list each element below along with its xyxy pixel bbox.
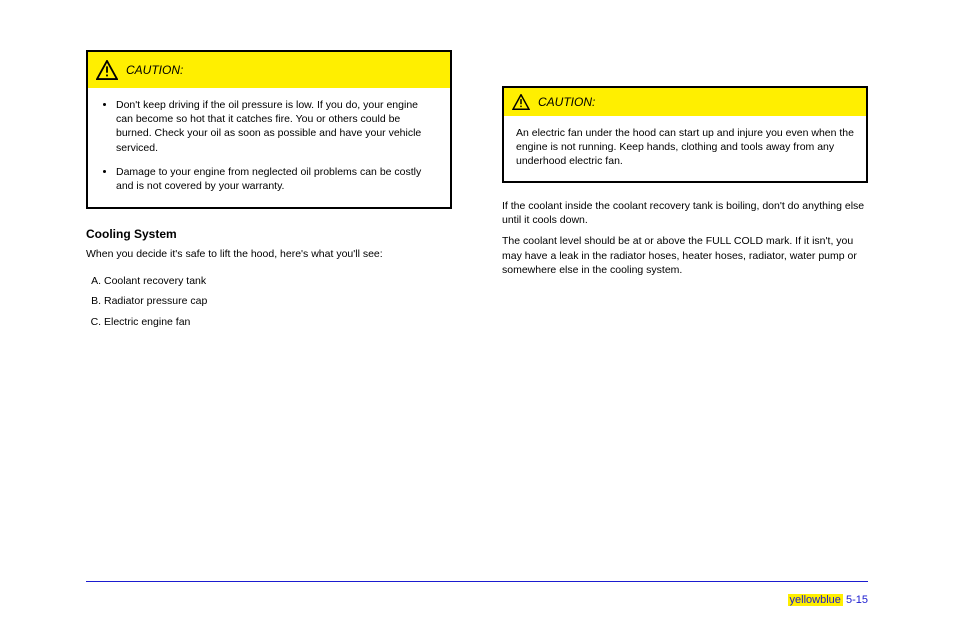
right-column: CAUTION: An electric fan under the hood … [502, 50, 868, 336]
caution-label: CAUTION: [126, 63, 183, 77]
caution-label: CAUTION: [538, 95, 595, 109]
figure-legend-list: Coolant recovery tank Radiator pressure … [86, 274, 452, 330]
caution-bullet: Damage to your engine from neglected oil… [116, 165, 436, 193]
footer-rule [86, 581, 868, 582]
caution-body: Don't keep driving if the oil pressure i… [88, 88, 450, 207]
caution-header: CAUTION: [504, 88, 866, 116]
caution-box-fan: CAUTION: An electric fan under the hood … [502, 86, 868, 183]
warning-icon [512, 94, 530, 110]
section-title-cooling: Cooling System [86, 227, 452, 241]
section-intro: When you decide it's safe to lift the ho… [86, 247, 452, 262]
paragraph: If the coolant inside the coolant recove… [502, 199, 868, 228]
caution-header: CAUTION: [88, 52, 450, 88]
paragraph: The coolant level should be at or above … [502, 234, 868, 278]
page-num-text: 5-15 [846, 594, 868, 606]
caution-body: An electric fan under the hood can start… [504, 116, 866, 181]
warning-icon [96, 60, 118, 80]
left-column: CAUTION: Don't keep driving if the oil p… [86, 50, 452, 336]
caution-bullet: Don't keep driving if the oil pressure i… [116, 98, 436, 155]
page-number: yellowblue 5-15 [788, 594, 868, 606]
caution-box-oil: CAUTION: Don't keep driving if the oil p… [86, 50, 452, 209]
legend-item: Coolant recovery tank [104, 274, 452, 289]
legend-item: Radiator pressure cap [104, 294, 452, 309]
legend-item: Electric engine fan [104, 315, 452, 330]
page-prefix: yellowblue [788, 594, 843, 606]
